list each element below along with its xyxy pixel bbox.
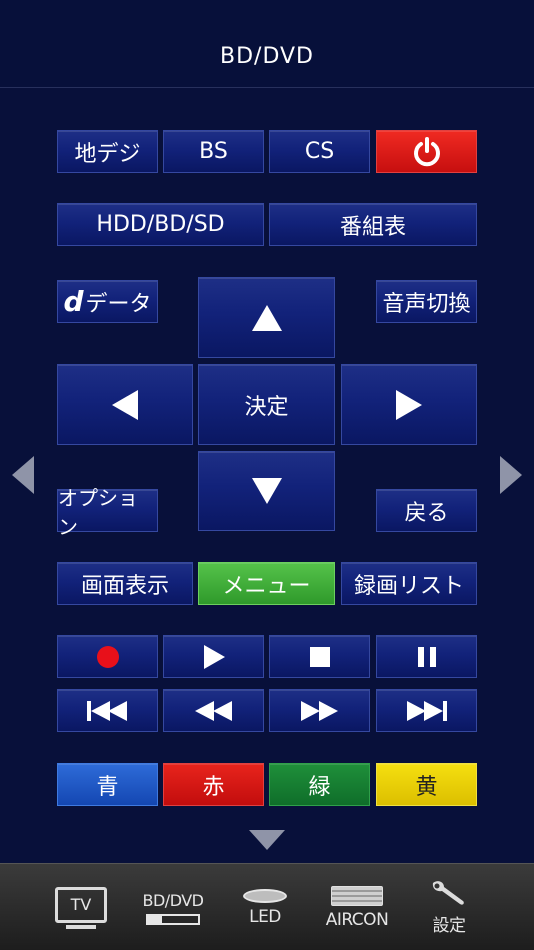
left-button[interactable]: [57, 364, 193, 445]
aircon-icon: [331, 885, 383, 906]
recordings-list-label: 録画リスト: [353, 573, 464, 599]
tab-aircon[interactable]: AIRCON: [316, 864, 398, 950]
tv-icon: TV: [55, 886, 107, 923]
terrestrial-label: 地デジ: [74, 141, 141, 167]
menu-button[interactable]: メニュー: [198, 562, 335, 605]
program-guide-label: 番組表: [339, 214, 406, 240]
enter-button[interactable]: 決定: [198, 364, 335, 445]
screen-display-button[interactable]: 画面表示: [57, 562, 193, 605]
page-title: BD/DVD: [220, 44, 314, 69]
play-button[interactable]: [163, 635, 264, 678]
red-label: 赤: [202, 774, 225, 800]
enter-label: 決定: [244, 394, 289, 420]
audio-switch-label: 音声切換: [382, 291, 471, 317]
cs-label: CS: [304, 139, 335, 164]
page-prev-arrow[interactable]: [12, 456, 34, 494]
d-data-label: データ: [85, 291, 152, 317]
stop-icon: [309, 646, 330, 667]
back-label: 戻る: [404, 500, 449, 526]
power-icon: [413, 136, 440, 166]
green-label: 緑: [308, 774, 331, 800]
tab-tv-label: TV: [70, 895, 92, 914]
screen-display-label: 画面表示: [80, 573, 169, 599]
arrow-down-icon: [251, 478, 282, 504]
back-button[interactable]: 戻る: [376, 489, 477, 532]
up-button[interactable]: [198, 277, 335, 358]
tab-bd-dvd-label: BD/DVD: [142, 890, 205, 910]
menu-label: メニュー: [222, 573, 311, 599]
tab-bar: TV BD/DVD LED AIRCON 設定: [0, 863, 534, 950]
tab-settings[interactable]: 設定: [408, 864, 490, 950]
led-light-icon: [243, 888, 287, 903]
tv-stand: [66, 924, 96, 929]
green-button[interactable]: 緑: [269, 763, 370, 806]
cs-button[interactable]: CS: [269, 130, 370, 173]
fast-forward-button[interactable]: [269, 689, 370, 732]
scroll-down-arrow[interactable]: [249, 830, 285, 850]
tab-settings-label: 設定: [432, 916, 467, 936]
pause-button[interactable]: [376, 635, 477, 678]
fast-forward-icon: [300, 700, 338, 721]
yellow-button[interactable]: 黄: [376, 763, 477, 806]
tab-led[interactable]: LED: [224, 864, 306, 950]
tab-bd-dvd[interactable]: BD/DVD: [132, 864, 214, 950]
hdd-bd-sd-label: HDD/BD/SD: [96, 212, 225, 237]
skip-previous-icon: [86, 700, 127, 721]
bd-player-icon: [146, 913, 200, 925]
recordings-list-button[interactable]: 録画リスト: [341, 562, 477, 605]
rewind-icon: [194, 700, 232, 721]
skip-next-button[interactable]: [376, 689, 477, 732]
stop-button[interactable]: [269, 635, 370, 678]
header-bar: BD/DVD: [0, 0, 534, 88]
tab-tv[interactable]: TV: [40, 864, 122, 950]
option-button[interactable]: オプション: [57, 486, 158, 539]
skip-previous-button[interactable]: [57, 689, 158, 732]
d-logo: d: [63, 285, 84, 318]
arrow-up-icon: [251, 304, 282, 331]
rewind-button[interactable]: [163, 689, 264, 732]
red-button[interactable]: 赤: [163, 763, 264, 806]
arrow-left-icon: [112, 389, 138, 420]
page-next-arrow[interactable]: [500, 456, 522, 494]
d-data-button[interactable]: d データ: [57, 280, 158, 323]
down-button[interactable]: [198, 451, 335, 531]
yellow-label: 黄: [415, 774, 438, 800]
arrow-right-icon: [396, 389, 422, 420]
pause-icon: [417, 646, 436, 667]
blue-label: 青: [96, 774, 119, 800]
bs-button[interactable]: BS: [163, 130, 264, 173]
option-label: オプション: [58, 485, 138, 539]
play-icon: [203, 644, 225, 669]
wrench-icon: [432, 881, 464, 905]
record-icon: [96, 645, 119, 668]
hdd-bd-sd-button[interactable]: HDD/BD/SD: [57, 203, 264, 246]
skip-next-icon: [406, 700, 447, 721]
audio-switch-button[interactable]: 音声切換: [376, 280, 477, 323]
tab-led-label: LED: [249, 906, 281, 927]
terrestrial-button[interactable]: 地デジ: [57, 130, 158, 173]
tab-aircon-label: AIRCON: [325, 909, 389, 930]
program-guide-button[interactable]: 番組表: [269, 203, 477, 246]
bs-label: BS: [199, 139, 228, 164]
record-button[interactable]: [57, 635, 158, 678]
power-button[interactable]: [376, 130, 477, 173]
right-button[interactable]: [341, 364, 477, 445]
blue-button[interactable]: 青: [57, 763, 158, 806]
